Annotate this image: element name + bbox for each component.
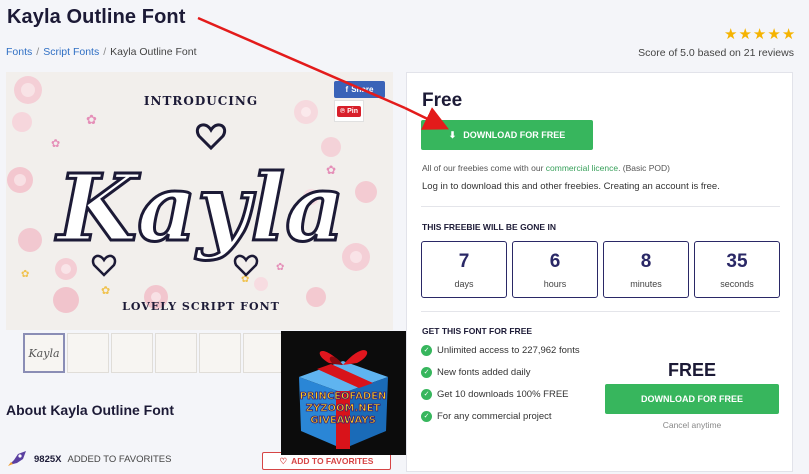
cancel-anytime-text: Cancel anytime (662, 420, 722, 430)
price-heading: Free (422, 90, 463, 111)
check-icon: ✓ (421, 367, 432, 378)
hero-font-name: Kayla (54, 154, 345, 262)
login-note: Log in to download this and other freebi… (422, 181, 720, 192)
countdown-minutes: 8 minutes (603, 241, 689, 298)
star-icon: ★ (738, 26, 752, 43)
pinterest-pin-button[interactable]: ℗ Pin (334, 100, 364, 122)
thumbnail-6[interactable] (243, 333, 285, 373)
giveaway-line-1: PRINCEOFADEN (300, 391, 387, 402)
pinterest-icon: ℗ (339, 107, 346, 115)
star-icon: ★ (752, 26, 767, 43)
countdown-unit: hours (543, 278, 567, 289)
svg-text:✿: ✿ (86, 112, 97, 127)
breadcrumb-current: Kayla Outline Font (110, 46, 197, 58)
svg-text:✿: ✿ (51, 138, 60, 150)
countdown-value: 8 (640, 250, 652, 272)
get-font-heading: GET THIS FONT FOR FREE (422, 326, 533, 336)
rocket-icon (8, 451, 26, 466)
countdown-unit: days (454, 278, 474, 289)
countdown-seconds: 35 seconds (694, 241, 780, 298)
check-icon: ✓ (421, 389, 432, 400)
free-price-label: FREE (667, 360, 716, 380)
feature-text: New fonts added daily (437, 367, 531, 378)
favorites-label: ADDED TO FAVORITES (67, 453, 172, 465)
countdown-value: 6 (549, 250, 561, 272)
facebook-icon: f (345, 85, 349, 94)
favorites-count: 9825X ADDED TO FAVORITES (6, 450, 171, 468)
license-note-suffix: . (Basic POD) (618, 163, 671, 173)
thumbnail-label: Kayla (28, 346, 60, 360)
countdown-days: 7 days (421, 241, 507, 298)
svg-text:✿: ✿ (276, 262, 284, 273)
download-button-label: DOWNLOAD FOR FREE (463, 130, 566, 140)
countdown-heading: THIS FREEBIE WILL BE GONE IN (422, 222, 556, 232)
breadcrumb: Fonts / Script Fonts / Kayla Outline Fon… (6, 46, 197, 58)
download-panel: Free ⬇ DOWNLOAD FOR FREE All of our free… (406, 72, 793, 472)
commercial-licence-link[interactable]: commercial licence (546, 163, 618, 173)
rating-text: Score of 5.0 based on 21 reviews (638, 47, 794, 59)
feature-item: ✓ Unlimited access to 227,962 fonts (421, 344, 591, 358)
breadcrumb-script-fonts[interactable]: Script Fonts (43, 46, 99, 58)
giveaway-line-3: GIVEAWAYS (310, 415, 376, 426)
thumbnail-5[interactable] (199, 333, 241, 373)
page-title: Kayla Outline Font (7, 6, 186, 28)
rating-stars: ★ ★ ★ ★ ★ (724, 27, 795, 42)
breadcrumb-separator: / (103, 46, 107, 58)
thumbnail-strip: Kayla (23, 333, 285, 373)
check-icon: ✓ (421, 411, 432, 422)
countdown-timer: 7 days 6 hours 8 minutes 35 seconds (421, 241, 780, 298)
favorites-number: 9825X (34, 453, 62, 465)
svg-text:✿: ✿ (101, 285, 110, 297)
heart-icon: ♡ (279, 455, 288, 466)
license-note: All of our freebies come with our commer… (422, 163, 670, 173)
feature-text: Get 10 downloads 100% FREE (437, 389, 569, 400)
countdown-value: 7 (458, 250, 470, 272)
thumbnail-2[interactable] (67, 333, 109, 373)
download-button-secondary-label: DOWNLOAD FOR FREE (641, 394, 743, 404)
hero-tagline: LOVELY SCRIPT FONT (122, 300, 280, 313)
thumbnail-3[interactable] (111, 333, 153, 373)
check-icon: ✓ (421, 345, 432, 356)
download-icon: ⬇ (448, 129, 457, 140)
thumbnail-1[interactable]: Kayla (23, 333, 65, 373)
divider (421, 311, 780, 312)
breadcrumb-separator: / (36, 46, 40, 58)
add-to-favorites-label: ADD TO FAVORITES (291, 456, 374, 466)
feature-text: Unlimited access to 227,962 fonts (437, 345, 580, 356)
feature-item: ✓ New fonts added daily (421, 366, 591, 380)
star-icon: ★ (781, 26, 796, 43)
pin-label: Pin (347, 107, 359, 115)
countdown-hours: 6 hours (512, 241, 598, 298)
countdown-unit: seconds (720, 278, 754, 289)
feature-item: ✓ Get 10 downloads 100% FREE (421, 388, 591, 402)
divider (421, 206, 780, 207)
thumbnail-4[interactable] (155, 333, 197, 373)
feature-list: ✓ Unlimited access to 227,962 fonts ✓ Ne… (421, 344, 591, 432)
giveaway-banner[interactable]: PRINCEOFADEN ZYZOOM.NET GIVEAWAYS (281, 331, 406, 455)
share-label: Share (351, 85, 374, 94)
about-heading: About Kayla Outline Font (6, 402, 174, 418)
download-button[interactable]: ⬇ DOWNLOAD FOR FREE (421, 120, 593, 150)
breadcrumb-fonts[interactable]: Fonts (6, 46, 32, 58)
countdown-value: 35 (726, 250, 748, 272)
giveaway-line-2: ZYZOOM.NET (306, 403, 381, 414)
feature-item: ✓ For any commercial project (421, 410, 591, 424)
star-icon: ★ (767, 26, 781, 43)
countdown-unit: minutes (630, 278, 662, 289)
star-icon: ★ (724, 26, 738, 43)
facebook-share-button[interactable]: f Share (334, 81, 385, 98)
svg-text:✿: ✿ (21, 269, 29, 280)
feature-text: For any commercial project (437, 411, 552, 422)
download-button-secondary[interactable]: DOWNLOAD FOR FREE (605, 384, 779, 414)
hero-introducing: INTRODUCING (144, 94, 258, 108)
license-note-prefix: All of our freebies come with our (422, 163, 546, 173)
